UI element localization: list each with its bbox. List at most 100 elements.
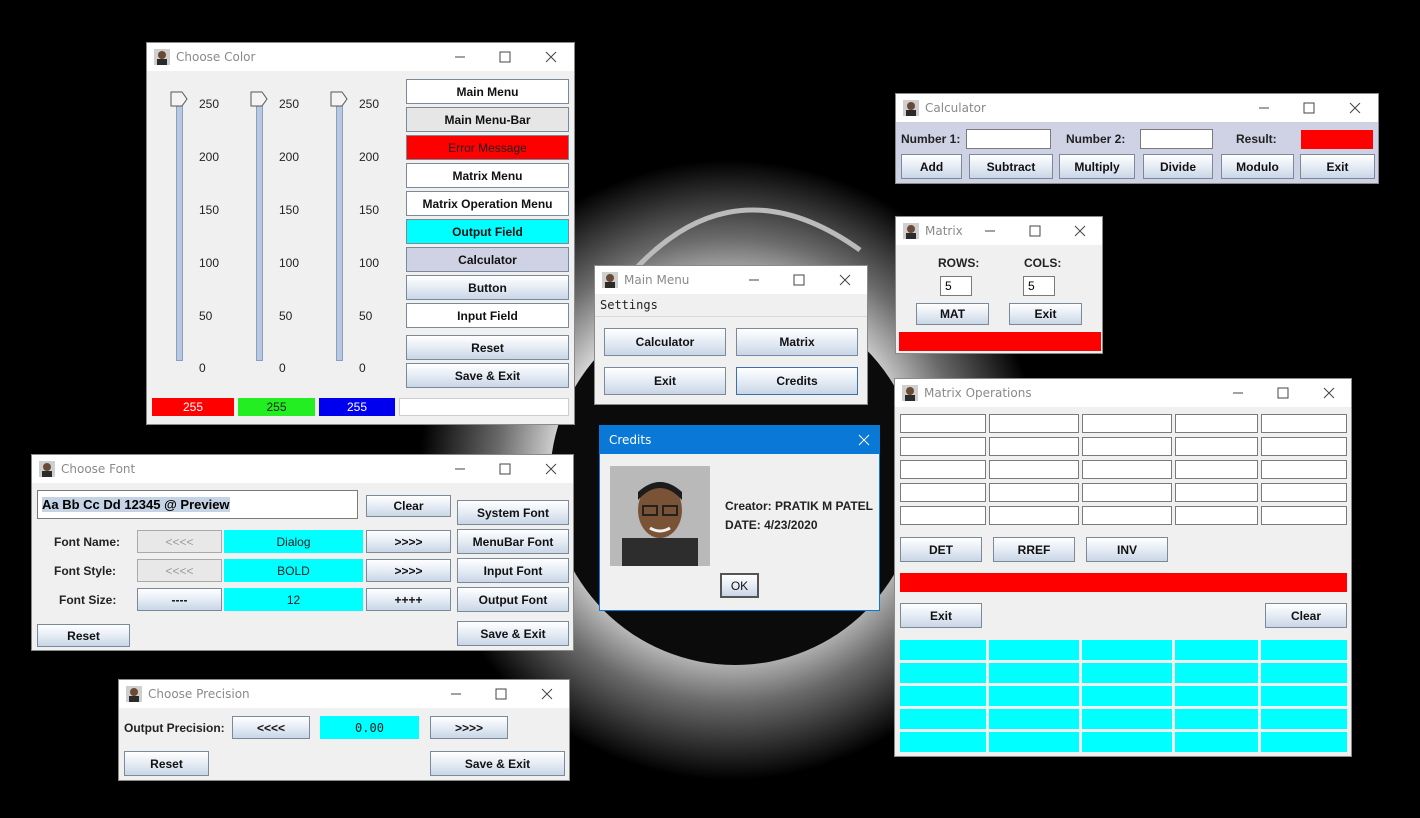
precision-prev-button[interactable]: <<<< (232, 716, 310, 739)
clear-button[interactable]: Clear (1265, 603, 1347, 628)
menu-settings[interactable]: Settings (600, 298, 658, 312)
close-icon[interactable] (541, 47, 561, 67)
subtract-button[interactable]: Subtract (969, 154, 1053, 179)
close-icon[interactable] (537, 684, 557, 704)
input-font-button[interactable]: Input Font (457, 558, 569, 583)
save-exit-button[interactable]: Save & Exit (406, 363, 569, 388)
maximize-icon[interactable] (1299, 98, 1319, 118)
rref-button[interactable]: RREF (993, 537, 1075, 562)
matrix-input-cell[interactable] (900, 437, 986, 456)
input-field-color-button[interactable]: Input Field (406, 303, 569, 328)
error-message-color-button[interactable]: Error Message (406, 135, 569, 160)
red-slider[interactable] (169, 91, 239, 371)
minimize-icon[interactable] (744, 270, 764, 290)
divide-button[interactable]: Divide (1143, 154, 1213, 179)
add-button[interactable]: Add (901, 154, 962, 179)
green-slider[interactable] (249, 91, 319, 371)
matrix-input-cell[interactable] (1082, 437, 1172, 456)
matrix-input-cell[interactable] (1175, 483, 1258, 502)
menubar-font-button[interactable]: MenuBar Font (457, 529, 569, 554)
main-menu-bar-color-button[interactable]: Main Menu-Bar (406, 107, 569, 132)
reset-button[interactable]: Reset (124, 751, 209, 776)
matrix-input-cell[interactable] (1175, 460, 1258, 479)
font-size-decrement-button[interactable]: ---- (137, 588, 222, 611)
matrix-input-cell[interactable] (989, 437, 1079, 456)
font-style-next-button[interactable]: >>>> (366, 559, 451, 582)
matrix-input-cell[interactable] (1082, 506, 1172, 525)
close-icon[interactable] (854, 430, 874, 450)
maximize-icon[interactable] (1025, 221, 1045, 241)
minimize-icon[interactable] (446, 684, 466, 704)
matrix-input-cell[interactable] (900, 483, 986, 502)
output-field-color-button[interactable]: Output Field (406, 219, 569, 244)
matrix-input-cell[interactable] (1261, 460, 1347, 479)
number2-input[interactable] (1140, 129, 1213, 149)
mat-button[interactable]: MAT (916, 303, 989, 325)
minimize-icon[interactable] (450, 47, 470, 67)
matrix-input-cell[interactable] (1175, 414, 1258, 433)
blue-slider[interactable] (329, 91, 399, 371)
matrix-input-cell[interactable] (1082, 460, 1172, 479)
minimize-icon[interactable] (1228, 383, 1248, 403)
exit-button[interactable]: Exit (604, 367, 726, 395)
close-icon[interactable] (1070, 221, 1090, 241)
save-exit-button[interactable]: Save & Exit (457, 621, 569, 646)
matrix-input-cell[interactable] (900, 460, 986, 479)
close-icon[interactable] (541, 459, 561, 479)
main-menu-color-button[interactable]: Main Menu (406, 79, 569, 104)
matrix-input-cell[interactable] (989, 414, 1079, 433)
font-size-increment-button[interactable]: ++++ (366, 588, 451, 611)
close-icon[interactable] (1345, 98, 1365, 118)
clear-button[interactable]: Clear (366, 495, 451, 517)
matrix-input-cell[interactable] (989, 483, 1079, 502)
font-preview-input[interactable]: Aa Bb Cc Dd 12345 @ Preview (37, 490, 358, 519)
matrix-input-cell[interactable] (989, 460, 1079, 479)
maximize-icon[interactable] (1273, 383, 1293, 403)
matrix-input-cell[interactable] (989, 506, 1079, 525)
close-icon[interactable] (835, 270, 855, 290)
matrix-input-cell[interactable] (1261, 483, 1347, 502)
credits-button[interactable]: Credits (736, 367, 858, 395)
maximize-icon[interactable] (789, 270, 809, 290)
matrix-input-cell[interactable] (1261, 437, 1347, 456)
button-color-button[interactable]: Button (406, 275, 569, 300)
det-button[interactable]: DET (900, 537, 982, 562)
close-icon[interactable] (1319, 383, 1339, 403)
matrix-input-cell[interactable] (900, 506, 986, 525)
cols-input[interactable]: 5 (1023, 276, 1055, 296)
maximize-icon[interactable] (495, 47, 515, 67)
matrix-input-cell[interactable] (1261, 414, 1347, 433)
font-style-prev-button[interactable]: <<<< (137, 559, 222, 582)
system-font-button[interactable]: System Font (457, 500, 569, 525)
exit-button[interactable]: Exit (1300, 154, 1375, 179)
minimize-icon[interactable] (450, 459, 470, 479)
save-exit-button[interactable]: Save & Exit (430, 751, 565, 776)
inv-button[interactable]: INV (1086, 537, 1168, 562)
matrix-input-cell[interactable] (1261, 506, 1347, 525)
calculator-button[interactable]: Calculator (604, 328, 726, 356)
font-name-next-button[interactable]: >>>> (366, 530, 451, 553)
matrix-menu-color-button[interactable]: Matrix Menu (406, 163, 569, 188)
maximize-icon[interactable] (495, 459, 515, 479)
slider-thumb-icon[interactable] (170, 91, 188, 108)
exit-button[interactable]: Exit (900, 603, 982, 628)
output-font-button[interactable]: Output Font (457, 587, 569, 612)
rows-input[interactable]: 5 (940, 276, 972, 296)
maximize-icon[interactable] (491, 684, 511, 704)
precision-next-button[interactable]: >>>> (430, 716, 508, 739)
slider-thumb-icon[interactable] (250, 91, 268, 108)
minimize-icon[interactable] (980, 221, 1000, 241)
matrix-input-cell[interactable] (900, 414, 986, 433)
exit-button[interactable]: Exit (1009, 303, 1082, 325)
matrix-button[interactable]: Matrix (736, 328, 858, 356)
slider-thumb-icon[interactable] (330, 91, 348, 108)
font-name-prev-button[interactable]: <<<< (137, 530, 222, 553)
reset-button[interactable]: Reset (37, 624, 130, 647)
modulo-button[interactable]: Modulo (1221, 154, 1294, 179)
matrix-input-cell[interactable] (1175, 506, 1258, 525)
matrix-input-cell[interactable] (1082, 483, 1172, 502)
matrix-input-cell[interactable] (1082, 414, 1172, 433)
matrix-operation-menu-color-button[interactable]: Matrix Operation Menu (406, 191, 569, 216)
calculator-color-button[interactable]: Calculator (406, 247, 569, 272)
multiply-button[interactable]: Multiply (1059, 154, 1135, 179)
